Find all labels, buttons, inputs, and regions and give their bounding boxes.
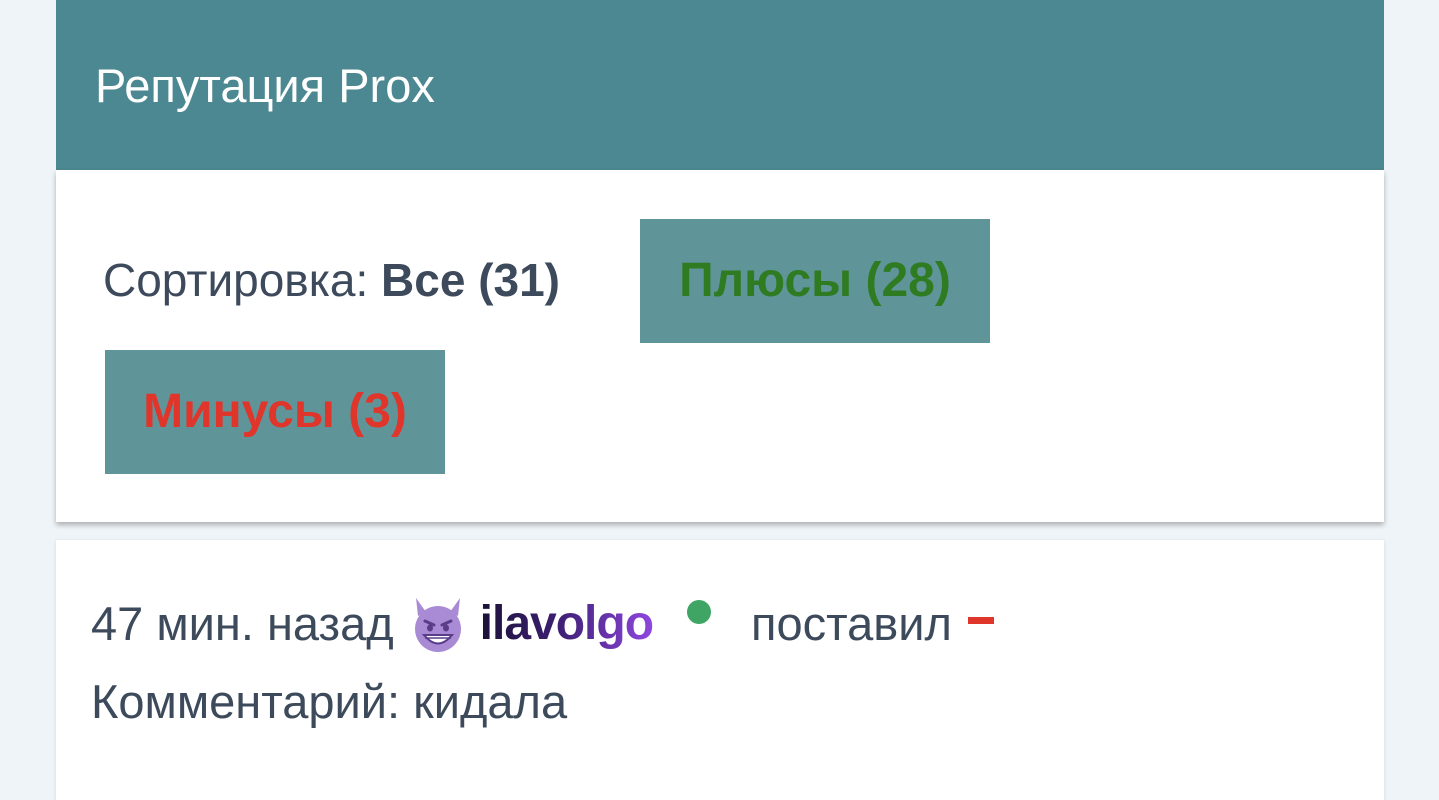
page-header: Репутация Prox <box>56 0 1384 170</box>
smiling-devil-emoji-icon <box>410 594 466 654</box>
sort-row: Сортировка: Все (31) <box>103 252 560 308</box>
reputation-page: Репутация Prox Сортировка: Все (31) Плюс… <box>56 0 1384 800</box>
filter-minus-button[interactable]: Минусы (3) <box>105 350 445 474</box>
reputation-entry: 47 мин. назад ilavolgo поставил Коммента… <box>56 540 1384 800</box>
sort-label: Сортировка: <box>103 254 382 306</box>
sort-card: Сортировка: Все (31) Плюсы (28) Минусы (… <box>56 170 1384 522</box>
username-link[interactable]: ilavolgo <box>480 596 654 652</box>
sort-all-link[interactable]: Все (31) <box>381 254 560 306</box>
page-title: Репутация Prox <box>95 59 435 112</box>
online-dot-icon <box>687 600 712 624</box>
entry-action: поставил <box>751 597 952 650</box>
entry-header-line: 47 мин. назад ilavolgo поставил <box>91 594 994 654</box>
entry-time: 47 мин. назад <box>91 597 394 650</box>
filter-plus-button[interactable]: Плюсы (28) <box>640 219 990 343</box>
minus-mark-icon <box>967 616 994 624</box>
entry-comment: Комментарий: кидала <box>91 675 568 728</box>
